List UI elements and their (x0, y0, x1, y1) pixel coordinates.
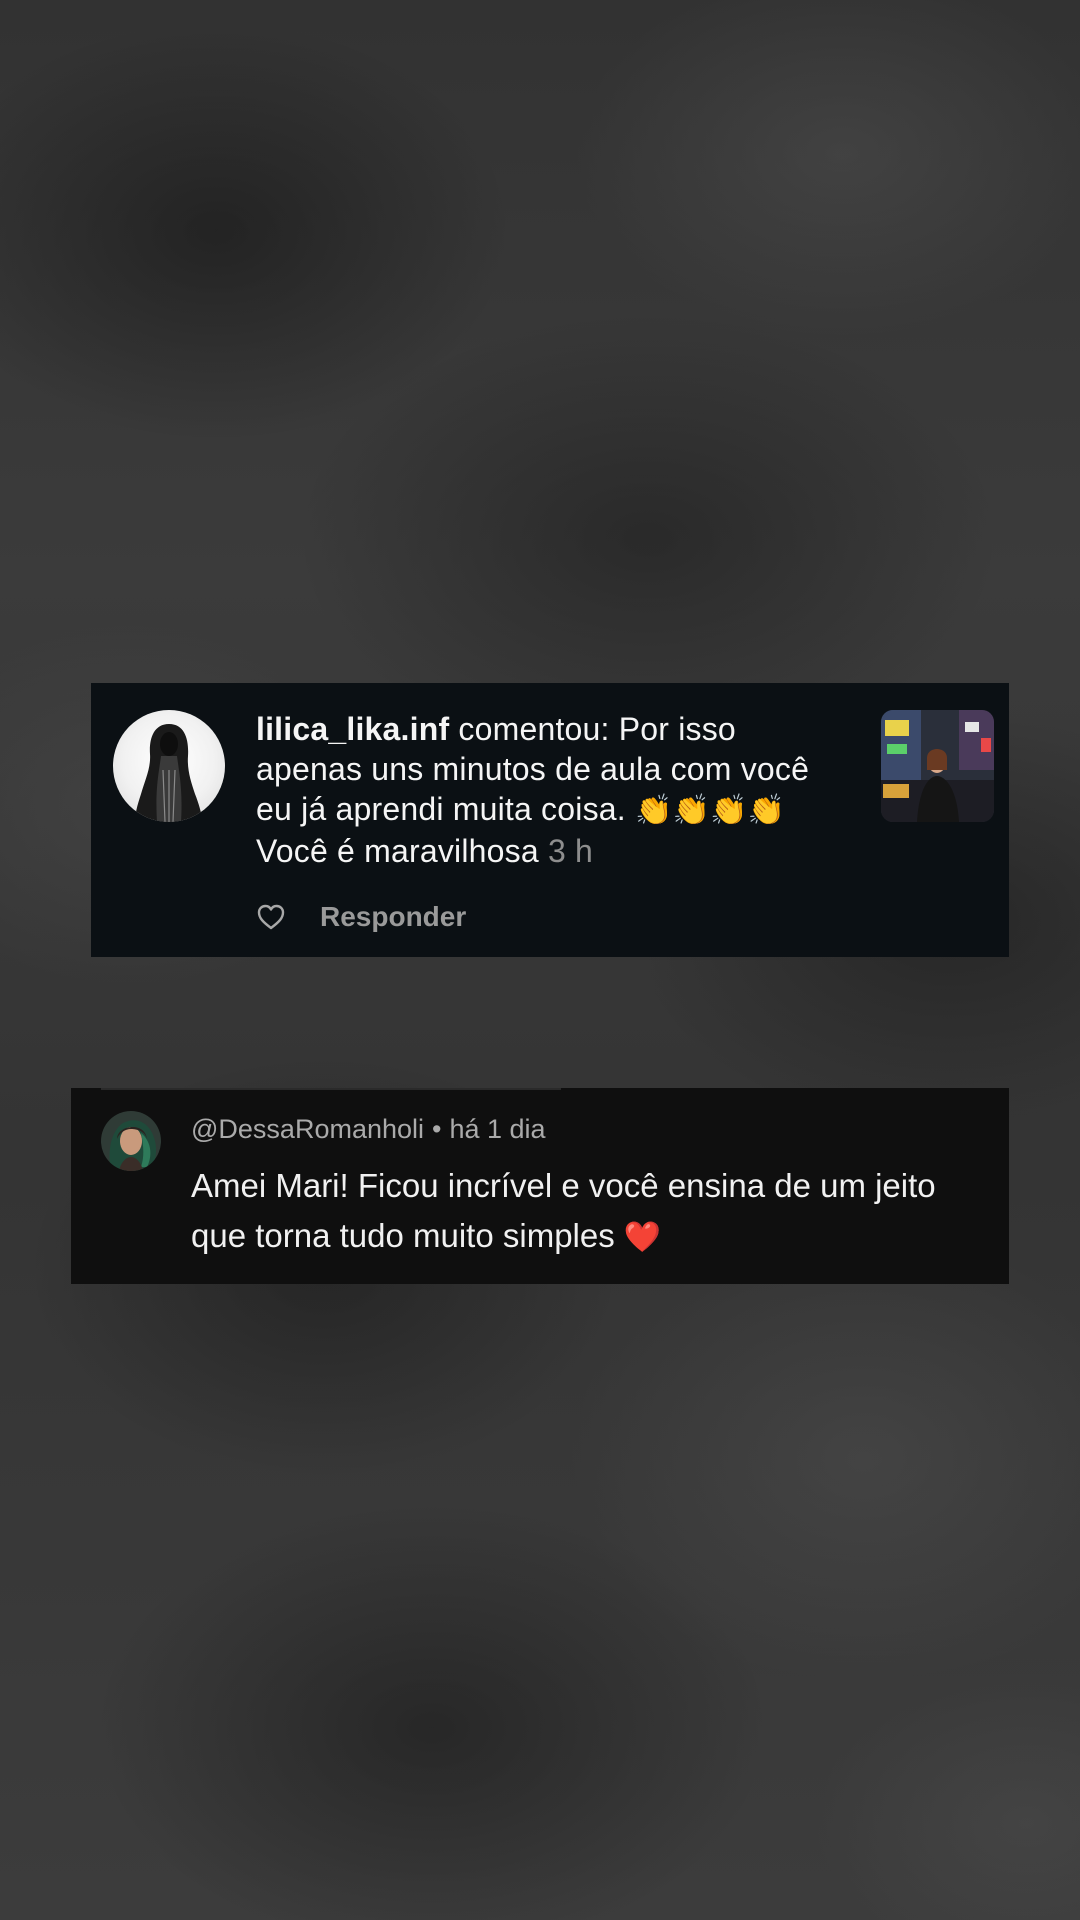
comment-action: comentou: (449, 711, 619, 747)
comment-meta: @DessaRomanholi • há 1 dia (191, 1114, 546, 1145)
instagram-comment-card: lilica_lika.inf comentou: Por isso apena… (91, 683, 1009, 957)
youtube-comment-text: Amei Mari! Ficou incrível e você ensina … (191, 1161, 981, 1263)
meta-separator: • (432, 1114, 442, 1144)
post-thumbnail[interactable] (881, 710, 994, 822)
profile-avatar-icon (135, 724, 203, 822)
commenter-username[interactable]: lilica_lika.inf (256, 711, 449, 747)
profile-avatar-icon (101, 1111, 161, 1171)
clap-emojis: 👏👏👏👏 (634, 793, 786, 828)
comment-body: Amei Mari! Ficou incrível e você ensina … (191, 1167, 936, 1254)
reply-button[interactable]: Responder (320, 901, 466, 933)
comment-body-end: Você é maravilhosa (256, 833, 548, 869)
youtube-comment-card: @DessaRomanholi • há 1 dia Amei Mari! Fico… (71, 1088, 1009, 1284)
instagram-comment-text: lilica_lika.inf comentou: Por isso apena… (256, 709, 846, 871)
comment-actions: Responder (256, 899, 466, 935)
divider (101, 1088, 561, 1090)
post-thumbnail-icon (881, 710, 994, 822)
comment-timestamp: há 1 dia (449, 1114, 546, 1144)
commenter-avatar[interactable] (113, 710, 225, 822)
comment-timestamp: 3 h (547, 833, 594, 869)
heart-emoji: ❤️ (623, 1220, 662, 1255)
commenter-avatar[interactable] (101, 1111, 161, 1171)
heart-outline-icon[interactable] (256, 903, 286, 931)
comment-author[interactable]: @DessaRomanholi (191, 1114, 424, 1144)
